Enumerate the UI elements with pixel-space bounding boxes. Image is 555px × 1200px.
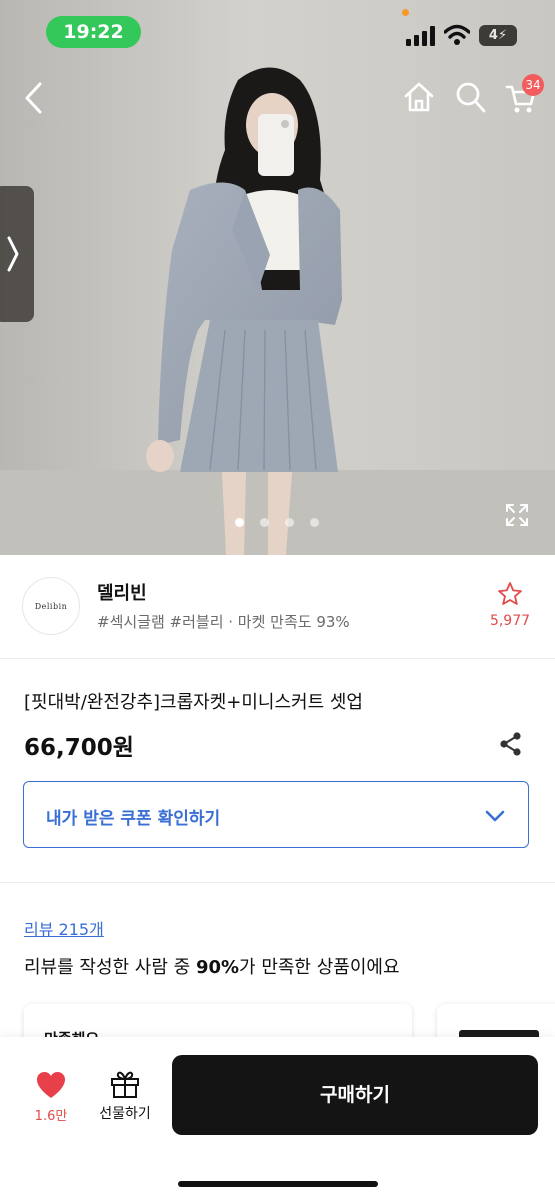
search-icon[interactable] xyxy=(455,80,487,114)
favorite-seller-button[interactable]: 5,977 xyxy=(486,581,534,629)
chevron-right-icon xyxy=(7,236,19,272)
carousel-indicators xyxy=(0,515,555,529)
coupon-label: 내가 받은 쿠폰 확인하기 xyxy=(46,809,221,829)
review-summary-suffix: 가 만족한 상품이에요 xyxy=(239,957,400,978)
review-summary-prefix: 리뷰를 작성한 사람 중 xyxy=(24,957,196,978)
gift-label: 선물하기 xyxy=(99,1106,151,1122)
buy-button[interactable]: 구매하기 xyxy=(172,1055,538,1135)
charging-icon: ⚡ xyxy=(497,28,508,43)
review-summary: 리뷰를 작성한 사람 중 90%가 만족한 상품이에요 xyxy=(24,953,400,979)
carousel-dot[interactable] xyxy=(285,518,294,527)
product-title: [핏대박/완전강추]크롭자켓+미니스커트 셋업 xyxy=(24,692,363,713)
heart-icon xyxy=(37,1072,65,1098)
home-indicator xyxy=(178,1181,378,1187)
carousel-dot[interactable] xyxy=(235,518,244,527)
section-divider xyxy=(0,882,555,883)
side-drawer-tab[interactable] xyxy=(0,186,34,322)
product-price: 66,700원 xyxy=(24,735,134,761)
home-icon[interactable] xyxy=(402,80,436,114)
seller-tags: #섹시글램 #러블리 · 마켓 만족도 93% xyxy=(97,613,350,631)
favorite-count: 5,977 xyxy=(489,613,531,629)
review-count-link[interactable]: 리뷰 215개 xyxy=(24,916,104,940)
seller-logo[interactable]: Delibin xyxy=(22,577,80,635)
carousel-dot[interactable] xyxy=(260,518,269,527)
status-time: 19:22 xyxy=(46,16,141,48)
gift-button[interactable]: 선물하기 xyxy=(92,1070,158,1123)
chevron-down-icon xyxy=(485,810,505,822)
battery-indicator: 4⚡ xyxy=(479,25,517,46)
seller-row[interactable]: Delibin 델리빈 #섹시글램 #러블리 · 마켓 만족도 93% 5,97… xyxy=(0,555,555,659)
like-count: 1.6만 xyxy=(34,1109,68,1124)
fullscreen-expand-icon[interactable] xyxy=(504,502,530,528)
product-image-carousel[interactable]: 19:22 4⚡ 34 xyxy=(0,0,555,555)
back-arrow-icon[interactable] xyxy=(20,80,48,116)
coupon-check-button[interactable]: 내가 받은 쿠폰 확인하기 xyxy=(23,781,529,848)
star-icon xyxy=(498,582,522,605)
review-satisfaction-percent: 90% xyxy=(195,957,240,978)
wifi-icon xyxy=(444,24,470,45)
like-button[interactable]: 1.6만 xyxy=(24,1071,78,1124)
cart-count-badge: 34 xyxy=(522,74,544,96)
carousel-dot[interactable] xyxy=(310,518,319,527)
cellular-signal-icon xyxy=(406,26,435,46)
seller-name[interactable]: 델리빈 xyxy=(97,579,147,605)
battery-level: 4 xyxy=(488,28,498,43)
purchase-bar: 1.6만 선물하기 구매하기 xyxy=(0,1037,555,1200)
status-bar: 19:22 4⚡ xyxy=(0,0,555,60)
share-icon[interactable] xyxy=(497,730,525,758)
privacy-indicator xyxy=(402,9,409,16)
gift-icon xyxy=(111,1071,139,1098)
